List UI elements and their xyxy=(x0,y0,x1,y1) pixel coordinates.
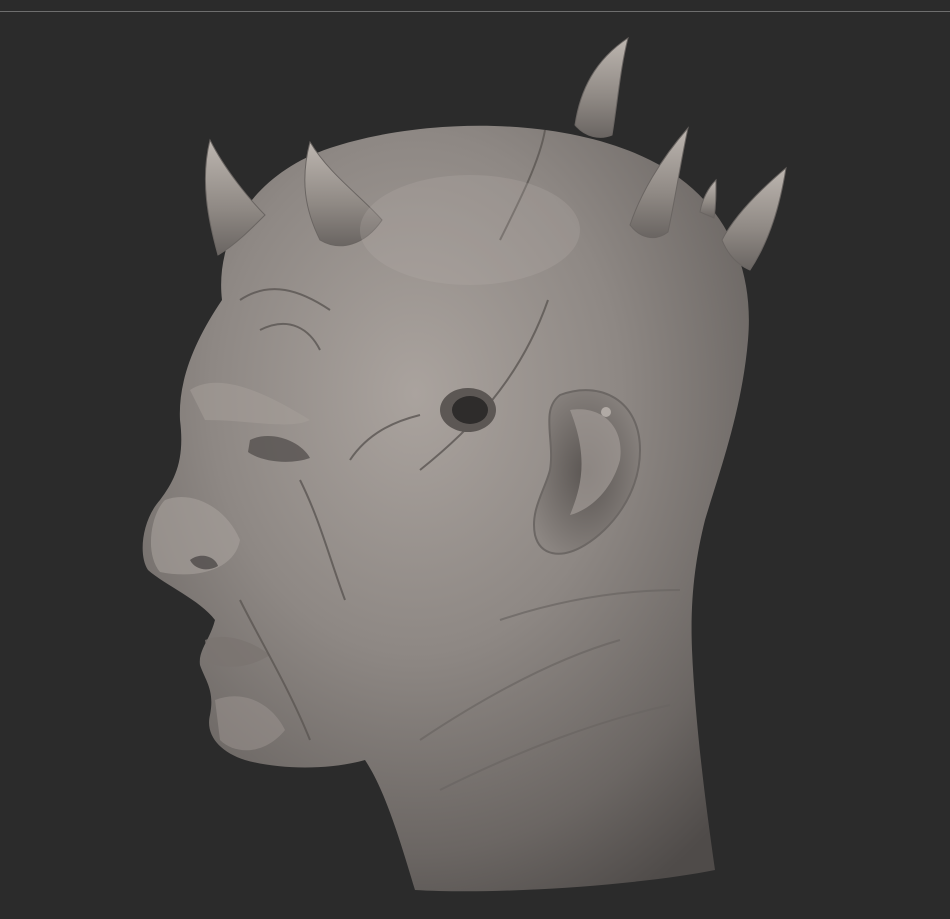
scalp-highlight xyxy=(360,175,580,285)
ear-nub xyxy=(601,407,611,417)
model-canvas[interactable] xyxy=(0,0,950,919)
sculpt-viewport[interactable] xyxy=(0,0,950,919)
horn-back xyxy=(721,166,787,271)
horn-crown-top xyxy=(574,36,629,138)
temple-hole-inner xyxy=(452,396,488,424)
